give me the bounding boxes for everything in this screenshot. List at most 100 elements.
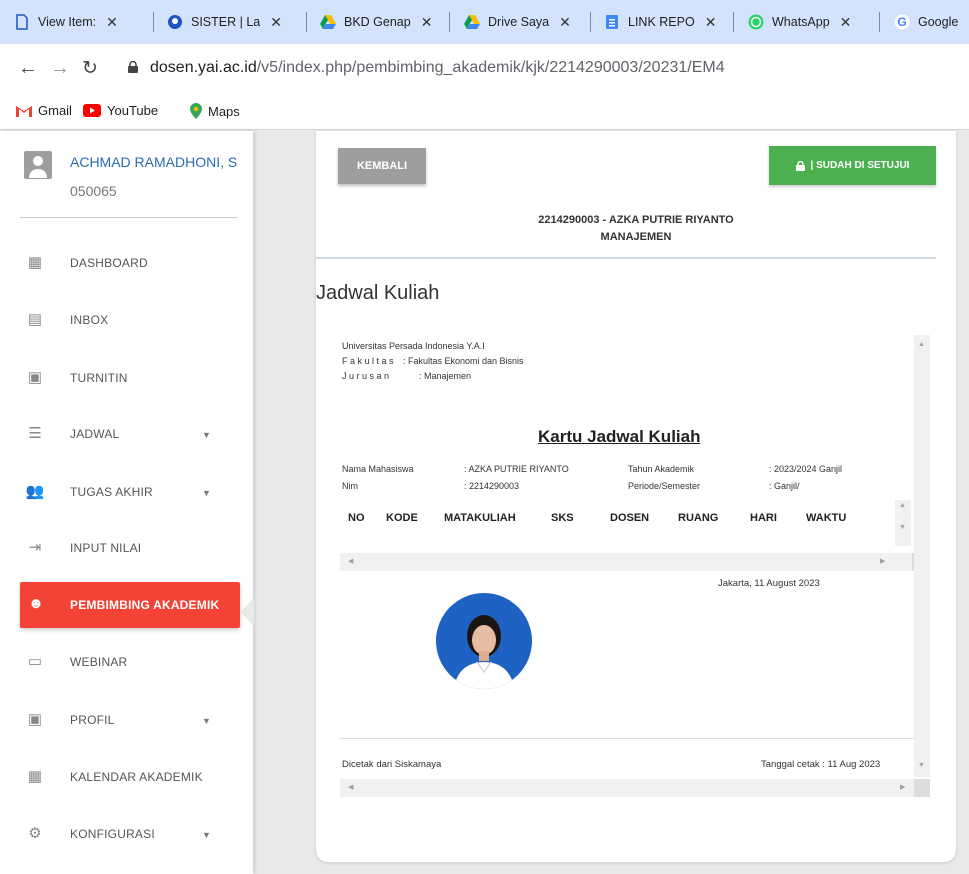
approved-button[interactable]: | SUDAH DI SETUJUI: [769, 146, 936, 185]
scroll-down-icon[interactable]: ▼: [918, 762, 925, 769]
sidebar-item-kalendar-akademik[interactable]: ▦ KALENDAR AKADEMIK: [0, 754, 253, 800]
input-icon: ⇥: [28, 539, 42, 556]
tab-google[interactable]: G Google: [894, 9, 958, 35]
tab-separator: [153, 12, 154, 32]
google-drive-icon: [320, 15, 336, 29]
bookmark-maps[interactable]: Maps: [190, 103, 240, 119]
table-header: DOSEN: [610, 512, 650, 524]
academic-year-value: : 2023/2024 Ganjil: [769, 464, 843, 474]
period-value: : Ganjil/: [769, 481, 800, 491]
tab-separator: [449, 12, 450, 32]
back-button[interactable]: KEMBALI: [338, 148, 426, 184]
tab-whatsapp[interactable]: WhatsApp ✕: [748, 9, 851, 35]
tab-sister[interactable]: SISTER | La ✕: [167, 9, 282, 35]
gmail-icon: [16, 105, 32, 117]
people-icon: 👥: [25, 483, 45, 500]
reload-icon[interactable]: ↻: [82, 57, 98, 80]
scroll-up-icon[interactable]: ▲: [899, 502, 906, 509]
table-header: NO: [348, 512, 365, 524]
faculty-value: : Fakultas Ekonomi dan Bisnis: [403, 356, 524, 366]
forward-arrow-icon[interactable]: →: [50, 57, 70, 80]
sidebar-item-jadwal[interactable]: ☰ JADWAL ▼: [0, 411, 253, 457]
divider: [316, 257, 936, 259]
student-name-label: Nama Mahasiswa: [342, 464, 414, 474]
face-icon: ☻: [28, 595, 44, 612]
table-vertical-scrollbar[interactable]: ▲ ▼: [895, 500, 911, 546]
bookmark-youtube[interactable]: YouTube: [83, 103, 158, 118]
table-horizontal-scrollbar[interactable]: ◀ ▶: [340, 553, 912, 571]
sidebar-item-turnitin[interactable]: ▣ TURNITIN: [0, 355, 253, 401]
sidebar-item-inbox[interactable]: ▤ INBOX: [0, 297, 253, 343]
student-portrait: [436, 593, 532, 689]
active-indicator: [240, 598, 254, 626]
list-icon: ☰: [28, 425, 42, 442]
sidebar-item-label: TUGAS AKHIR: [70, 485, 153, 499]
sidebar-item-label: TURNITIN: [70, 371, 128, 385]
sidebar-item-input-nilai[interactable]: ⇥ INPUT NILAI: [0, 525, 253, 571]
close-icon[interactable]: ✕: [840, 14, 852, 31]
bookmark-label: Maps: [208, 103, 240, 119]
tab-separator: [879, 12, 880, 32]
tab-separator: [306, 12, 307, 32]
tab-label: Drive Saya: [488, 15, 550, 29]
place-date: Jakarta, 11 August 2023: [718, 578, 820, 589]
tab-label: View Item:: [38, 15, 97, 29]
document-icon: [16, 14, 28, 30]
svg-text:G: G: [897, 15, 906, 29]
tab-separator: [733, 12, 734, 32]
sidebar-item-konfigurasi[interactable]: ⚙ KONFIGURASI ▼: [0, 811, 253, 857]
scrollbar-corner: [914, 779, 930, 797]
maps-icon: [190, 103, 202, 119]
avatar[interactable]: [24, 151, 52, 179]
tab-drive-saya[interactable]: Drive Saya ✕: [464, 9, 571, 35]
tab-label: Google: [918, 15, 959, 29]
document-heading: Kartu Jadwal Kuliah: [538, 427, 701, 446]
student-info: 2214290003 - AZKA PUTRIE RIYANTO: [538, 214, 734, 226]
scroll-left-icon[interactable]: ◀: [348, 783, 353, 791]
academic-year-label: Tahun Akademik: [628, 464, 695, 474]
gear-icon: ⚙: [28, 825, 42, 842]
approved-label: | SUDAH DI SETUJUI: [810, 160, 910, 171]
back-arrow-icon[interactable]: ←: [18, 57, 38, 80]
close-icon[interactable]: ✕: [559, 14, 571, 31]
sidebar-item-pembimbing-akademik[interactable]: ☻ PEMBIMBING AKADEMIK: [20, 582, 240, 628]
address-bar-row: ← → ↻ dosen.yai.ac.id/v5/index.php/pembi…: [0, 44, 969, 94]
document-vertical-scrollbar[interactable]: ▲ ▼: [914, 335, 930, 777]
scroll-right-icon[interactable]: ▶: [900, 783, 905, 791]
scroll-right-icon[interactable]: ▶: [880, 557, 885, 565]
sister-icon: [168, 15, 182, 29]
close-icon[interactable]: ✕: [421, 14, 433, 31]
bookmark-gmail[interactable]: Gmail: [16, 103, 72, 118]
tab-bkd-genap[interactable]: BKD Genap ✕: [320, 9, 432, 35]
url-field[interactable]: dosen.yai.ac.id/v5/index.php/pembimbing_…: [150, 59, 725, 77]
schedule-document-frame[interactable]: Universitas Persada Indonesia Y.A.I F a …: [340, 335, 930, 800]
calendar-icon: ▦: [27, 768, 43, 785]
sidebar-item-dashboard[interactable]: ▦ DASHBOARD: [0, 240, 253, 286]
tab-link-repo[interactable]: LINK REPO ✕: [604, 9, 716, 35]
user-name[interactable]: ACHMAD RAMADHONI, S: [70, 154, 237, 170]
tab-label: LINK REPO: [628, 15, 695, 29]
nim-value: : 2214290003: [464, 481, 520, 491]
sidebar-item-profil[interactable]: ▣ PROFIL ▼: [0, 697, 253, 743]
student-name-value: : AZKA PUTRIE RIYANTO: [464, 464, 569, 474]
scroll-left-icon[interactable]: ◀: [348, 557, 353, 565]
webinar-icon: ▭: [27, 653, 43, 670]
faculty-label: F a k u l t a s: [342, 356, 394, 366]
whatsapp-icon: [748, 14, 764, 30]
close-icon[interactable]: ✕: [705, 14, 717, 31]
sidebar-item-label: JADWAL: [70, 427, 120, 441]
table-header: WAKTU: [806, 512, 847, 524]
turnitin-icon: ▣: [27, 369, 43, 386]
chevron-down-icon: ▼: [202, 716, 211, 726]
nim-label: Nim: [342, 481, 358, 491]
tab-view-item[interactable]: View Item: ✕: [14, 9, 118, 35]
sidebar-item-label: INPUT NILAI: [70, 541, 142, 555]
sidebar-item-tugas-akhir[interactable]: 👥 TUGAS AKHIR ▼: [0, 469, 253, 515]
close-icon[interactable]: ✕: [270, 14, 282, 31]
sidebar-item-webinar[interactable]: ▭ WEBINAR: [0, 639, 253, 685]
scroll-down-icon[interactable]: ▼: [899, 524, 906, 531]
scroll-up-icon[interactable]: ▲: [918, 341, 925, 348]
close-icon[interactable]: ✕: [106, 14, 118, 31]
document-horizontal-scrollbar[interactable]: ◀ ▶: [340, 779, 914, 797]
lock-icon[interactable]: [128, 61, 138, 73]
